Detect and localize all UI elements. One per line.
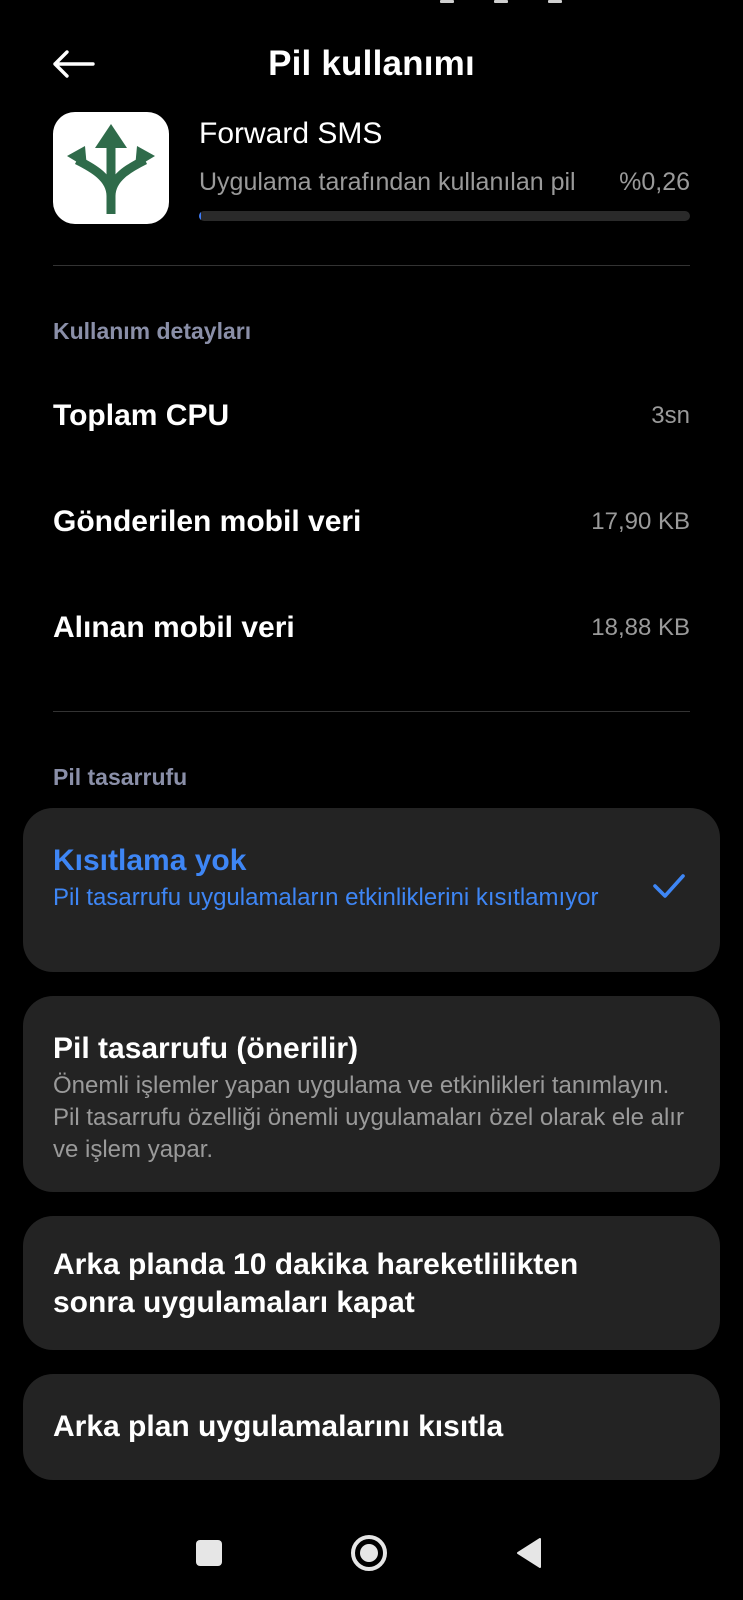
detail-value: 17,90 KB [591,508,690,535]
detail-row-received-data: Alınan mobil veri 18,88 KB [53,598,690,658]
option-title: Kısıtlama yok [53,844,247,877]
square-icon [196,1540,222,1566]
triangle-left-icon [517,1538,541,1568]
checkmark-icon [653,874,685,898]
status-bar-fragment [440,0,562,6]
option-no-restrictions[interactable]: Kısıtlama yok Pil tasarrufu uygulamaları… [23,808,720,972]
detail-row-sent-data: Gönderilen mobil veri 17,90 KB [53,492,690,552]
option-close-apps-after-10-min[interactable]: Arka planda 10 dakika hareketlilikten so… [23,1216,720,1350]
option-restrict-background-apps[interactable]: Arka plan uygulamalarını kısıtla [23,1374,720,1480]
option-title: Arka plan uygulamalarını kısıtla [53,1410,504,1443]
detail-label: Alınan mobil veri [53,611,295,644]
option-description: Pil tasarrufu uygulamaların etkinlikleri… [53,884,599,911]
option-battery-saver-recommended[interactable]: Pil tasarrufu (önerilir) Önemli işlemler… [23,996,720,1192]
battery-usage-bar-fill [199,211,201,221]
option-title: Pil tasarrufu (önerilir) [53,1032,359,1065]
detail-value: 3sn [651,402,690,429]
detail-value: 18,88 KB [591,614,690,641]
option-description: Önemli işlemler yapan uygulama ve etkinl… [53,1072,684,1163]
app-icon [53,112,169,224]
usage-details-section-title: Kullanım detayları [53,318,252,344]
circle-icon [351,1535,387,1571]
app-name: Forward SMS [199,117,383,150]
detail-label: Toplam CPU [53,399,230,432]
divider [53,711,690,712]
divider [53,265,690,266]
screen: Pil kullanımı Forward SMS Uygulama taraf… [0,0,743,1600]
battery-usage-value: %0,26 [619,168,690,196]
split-arrows-icon [67,124,155,214]
navigation-bar [0,1520,743,1590]
battery-saver-section-title: Pil tasarrufu [53,764,188,790]
battery-usage-label: Uygulama tarafından kullanılan pil [199,168,576,196]
back-nav-button[interactable] [504,1528,554,1578]
detail-label: Gönderilen mobil veri [53,505,362,538]
recents-button[interactable] [184,1528,234,1578]
header: Pil kullanımı [0,30,743,104]
page-title: Pil kullanımı [268,44,475,83]
battery-usage-bar [199,211,690,221]
home-button[interactable] [344,1528,394,1578]
option-title: Arka planda 10 dakika hareketlilikten so… [53,1248,579,1319]
detail-row-cpu: Toplam CPU 3sn [53,386,690,446]
